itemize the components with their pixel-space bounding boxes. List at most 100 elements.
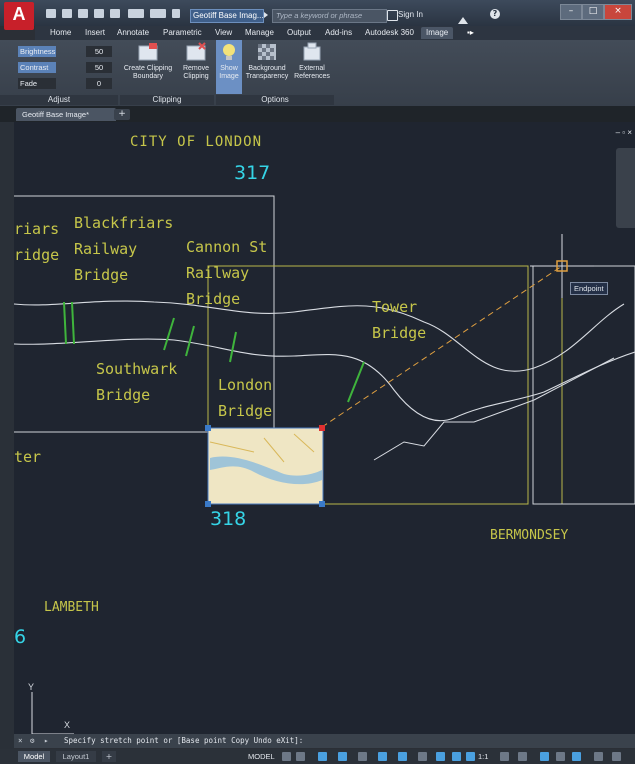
isolate-objects-icon[interactable] <box>540 752 549 761</box>
model-tab[interactable]: Model <box>18 751 50 762</box>
label-317: 317 <box>234 162 271 184</box>
label-london-2: Bridge <box>218 402 273 420</box>
annotation-monitor-icon[interactable] <box>518 752 527 761</box>
label-bermondsey: BERMONDSEY <box>490 528 569 543</box>
tab-manage[interactable]: Manage <box>245 28 274 37</box>
autocad-logo-button[interactable]: A <box>4 2 34 30</box>
object-snap-icon[interactable] <box>398 752 407 761</box>
grid-icon[interactable] <box>282 752 291 761</box>
tab-image[interactable]: Image <box>421 27 454 39</box>
ortho-icon[interactable] <box>318 752 327 761</box>
save-as-icon[interactable] <box>94 9 104 18</box>
command-prompt-text: Specify stretch point or [Base point Cop… <box>64 736 304 745</box>
close-button[interactable]: × <box>604 4 632 20</box>
redo-icon[interactable] <box>150 9 166 18</box>
command-close-icon[interactable]: × <box>18 734 23 748</box>
command-line[interactable]: × ⚙ ▸ Specify stretch point or [Base poi… <box>14 734 635 748</box>
save-icon[interactable] <box>78 9 88 18</box>
open-file-icon[interactable] <box>62 9 72 18</box>
label-ridge: ridge <box>14 246 60 264</box>
print-icon[interactable] <box>110 9 120 18</box>
southwark-bridge-line <box>163 317 175 351</box>
polar-icon[interactable] <box>338 752 347 761</box>
hardware-acceleration-icon[interactable] <box>556 752 565 761</box>
options-panel-title: Options <box>216 95 334 105</box>
command-arrow-icon: ▸ <box>44 736 49 745</box>
create-clipping-boundary-button[interactable]: Create Clipping Boundary <box>120 42 176 81</box>
tab-add-ins[interactable]: Add-ins <box>325 28 352 37</box>
viewport-controls[interactable]: – ▫ × <box>596 128 632 138</box>
isodraft-icon[interactable] <box>358 752 367 761</box>
model-space-toggle[interactable]: MODEL <box>248 752 275 761</box>
help-icon[interactable]: ? <box>490 9 500 19</box>
tab-view[interactable]: View <box>215 28 232 37</box>
object-snap-tracking-icon[interactable] <box>378 752 387 761</box>
show-image-label-2: Image <box>219 73 239 80</box>
maximize-button[interactable]: □ <box>582 4 604 20</box>
tab-output[interactable]: Output <box>287 28 311 37</box>
status-menu-icon[interactable] <box>612 752 621 761</box>
grip-bottom-right[interactable] <box>319 501 325 507</box>
brightness-value[interactable]: 50 <box>86 46 112 57</box>
tab-autodesk-360[interactable]: Autodesk 360 <box>365 28 414 37</box>
document-title: Geotiff Base Imag... <box>190 9 264 23</box>
tab-parametric[interactable]: Parametric <box>163 28 202 37</box>
contrast-value[interactable]: 50 <box>86 62 112 73</box>
annotation-scale-value[interactable]: 1:1 <box>478 752 488 761</box>
fade-value[interactable]: 0 <box>86 78 112 89</box>
brightness-slider[interactable]: Brightness <box>18 46 56 57</box>
drawing-canvas[interactable]: CITY OF LONDON 317 riars ridge Blackfria… <box>14 122 635 736</box>
snap-icon[interactable] <box>296 752 305 761</box>
quick-access-dropdown-icon[interactable] <box>172 9 180 18</box>
create-clip-label-2: Boundary <box>133 73 163 80</box>
blackfriars-rail-bridge-line <box>71 301 75 345</box>
ribbon-options-icon[interactable]: ▪▸ <box>467 28 474 37</box>
contrast-slider[interactable]: Contrast <box>18 62 56 73</box>
river-south-bank <box>14 338 635 422</box>
label-friars: riars <box>14 220 60 238</box>
tab-annotate[interactable]: Annotate <box>117 28 149 37</box>
external-references-button[interactable]: External References <box>292 42 332 81</box>
label-tower-2: Bridge <box>372 324 427 342</box>
external-label-2: References <box>294 73 330 80</box>
background-label-1: Background <box>248 65 286 72</box>
label-cannon-1: Cannon St <box>186 238 268 256</box>
customization-icon[interactable] <box>594 752 603 761</box>
tab-insert[interactable]: Insert <box>85 28 105 37</box>
annotation-scale-icon[interactable] <box>466 752 475 761</box>
new-tab-button[interactable]: + <box>114 109 130 120</box>
create-clip-label-1: Create Clipping <box>123 65 173 72</box>
ucs-y-label: Y <box>28 682 35 692</box>
auto-scale-icon[interactable] <box>452 752 461 761</box>
grip-bottom-left[interactable] <box>205 501 211 507</box>
clipping-panel-title: Clipping <box>120 95 214 105</box>
fade-slider[interactable]: Fade <box>18 78 56 89</box>
sheet-frame-right <box>532 265 635 505</box>
workspace-gear-icon[interactable] <box>500 752 509 761</box>
cannon-street-bridge-line <box>185 325 195 357</box>
remove-clipping-button[interactable]: Remove Clipping <box>178 42 214 81</box>
label-blackfriars-2: Railway <box>74 240 138 258</box>
annotation-visibility-icon[interactable] <box>436 752 445 761</box>
new-file-icon[interactable] <box>46 9 56 18</box>
search-input[interactable]: Type a keyword or phrase <box>272 9 387 23</box>
layout1-tab[interactable]: Layout1 <box>56 751 96 762</box>
tab-home[interactable]: Home <box>50 28 71 37</box>
show-image-button[interactable]: Show Image <box>216 40 242 94</box>
add-layout-button[interactable]: + <box>102 751 116 762</box>
background-transparency-button[interactable]: Background Transparency <box>244 42 290 81</box>
grip-top-left[interactable] <box>205 425 211 431</box>
lineweight-icon[interactable] <box>418 752 427 761</box>
minimize-button[interactable]: – <box>560 4 582 20</box>
binoculars-icon[interactable] <box>387 10 398 21</box>
exchange-apps-icon[interactable] <box>458 10 478 24</box>
sign-in-link[interactable]: Sign In <box>398 10 423 19</box>
command-wrench-icon[interactable]: ⚙ <box>30 734 35 748</box>
navigation-bar[interactable] <box>616 148 635 228</box>
undo-icon[interactable] <box>128 9 144 18</box>
document-tab-geotiff[interactable]: Geotiff Base Image* <box>16 108 116 121</box>
clean-screen-icon[interactable] <box>572 752 581 761</box>
grip-top-right[interactable] <box>319 425 325 431</box>
label-318: 318 <box>210 508 247 530</box>
title-arrow-icon[interactable] <box>264 12 268 18</box>
